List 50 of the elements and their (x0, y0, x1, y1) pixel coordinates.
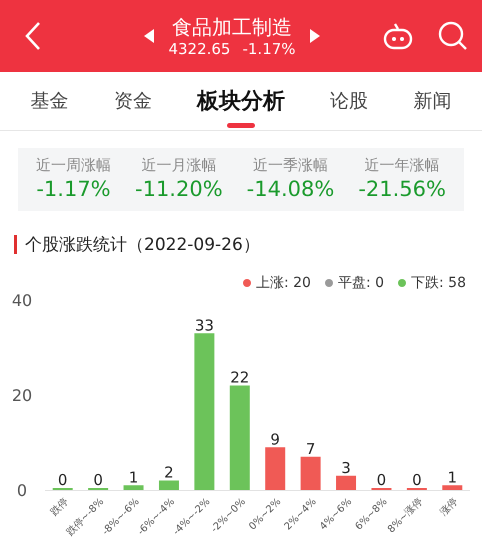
bar-value-label: 22 (230, 368, 250, 386)
tab[interactable]: 资金 (108, 72, 158, 130)
tab[interactable]: 基金 (24, 72, 75, 130)
bar-value-label: 7 (306, 440, 316, 458)
back-icon[interactable] (24, 21, 42, 51)
bar-value-label: 1 (128, 468, 138, 486)
bar (124, 485, 144, 490)
bar-value-label: 0 (93, 471, 103, 489)
stat-value: -11.20% (135, 176, 223, 203)
y-tick-label: 20 (12, 386, 32, 405)
legend-label: 平盘: 0 (338, 274, 384, 292)
tab[interactable]: 论股 (324, 72, 374, 130)
bar (158, 480, 179, 490)
index-change: -1.17% (242, 40, 296, 58)
robot-icon[interactable] (382, 21, 414, 51)
next-icon[interactable] (310, 29, 320, 43)
index-price: 4322.65 (168, 40, 230, 58)
section-marker (14, 235, 17, 254)
bar-value-label: 3 (341, 458, 351, 477)
bar (300, 456, 321, 490)
legend-label: 上涨: 20 (256, 274, 311, 292)
tab[interactable]: 板块分析 (190, 72, 291, 130)
bar-value-label: 0 (58, 471, 68, 489)
bar (265, 447, 286, 490)
bar-value-label: 0 (376, 471, 386, 489)
bar-value-label: 2 (164, 464, 174, 482)
stat-value: -21.56% (358, 176, 446, 203)
bar-value-label: 1 (448, 468, 458, 486)
y-tick-label: 0 (16, 481, 28, 500)
tab[interactable]: 新闻 (407, 72, 458, 130)
stat-label: 近一季涨幅 (252, 156, 328, 175)
active-tab-indicator (226, 123, 255, 128)
stat-label: 近一月涨幅 (141, 156, 216, 175)
stat-value: -14.08% (246, 176, 334, 203)
bar-value-label: 0 (412, 471, 422, 489)
x-category-label: 跌停 (48, 496, 71, 518)
bar-value-label: 9 (270, 430, 280, 448)
stat-label: 近一年涨幅 (364, 156, 440, 175)
search-icon[interactable] (438, 21, 468, 51)
bar (336, 476, 356, 490)
bar-value-label: 33 (194, 316, 214, 334)
x-category-label: 涨停 (438, 496, 460, 518)
y-tick-label: 40 (12, 292, 32, 310)
section-title: 个股涨跌统计（2022-09-26） (25, 234, 260, 256)
previous-icon[interactable] (144, 29, 154, 43)
stat-value: -1.17% (36, 176, 111, 203)
sector-title: 食品加工制造 (172, 14, 292, 40)
legend-label: 下跌: 58 (411, 274, 466, 292)
bar (442, 485, 462, 490)
stat-label: 近一周涨幅 (36, 156, 111, 175)
